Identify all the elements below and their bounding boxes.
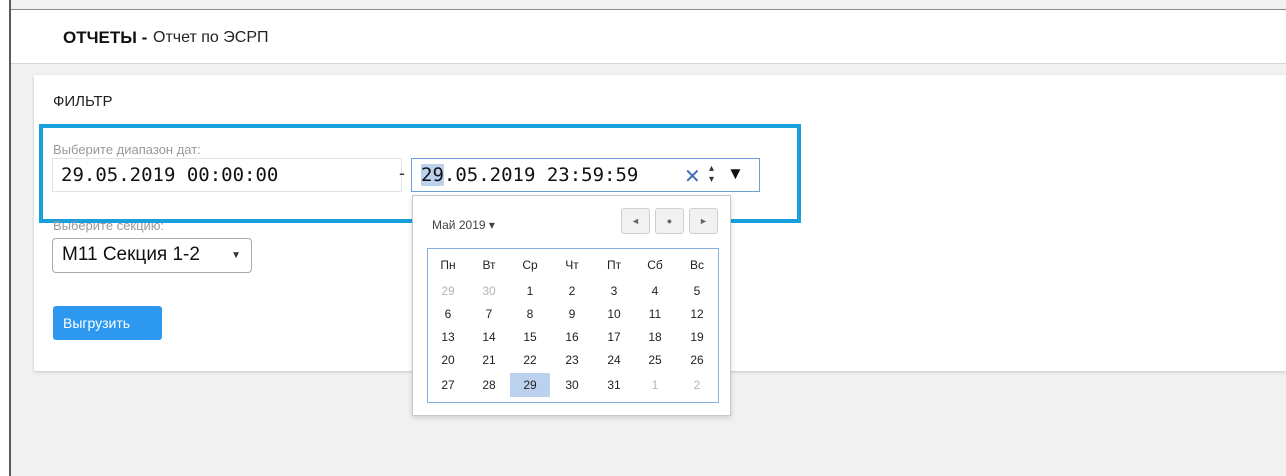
calendar-day[interactable]: 28 — [475, 376, 503, 394]
calendar-day[interactable]: 5 — [683, 282, 711, 300]
calendar-day[interactable]: 15 — [516, 328, 544, 346]
calendar-day[interactable]: 21 — [475, 351, 503, 369]
export-button[interactable]: Выгрузить — [53, 306, 162, 340]
calendar-day[interactable]: 3 — [600, 282, 628, 300]
calendar-day[interactable]: 19 — [683, 328, 711, 346]
calendar-today-icon[interactable]: ● — [655, 208, 684, 234]
calendar-day[interactable]: 30 — [475, 282, 503, 300]
calendar-day[interactable]: 24 — [600, 351, 628, 369]
calendar-day[interactable]: 2 — [683, 376, 711, 394]
calendar-weekday: Вт — [482, 258, 496, 272]
calendar-day[interactable]: 2 — [558, 282, 586, 300]
calendar-weekday: Вс — [689, 258, 704, 272]
calendar-day[interactable]: 25 — [641, 351, 669, 369]
calendar-day[interactable]: 17 — [600, 328, 628, 346]
calendar-day[interactable]: 1 — [516, 282, 544, 300]
calendar-day-selected[interactable]: 29 — [510, 373, 550, 397]
filter-heading: ФИЛЬТР — [53, 93, 113, 110]
calendar-day[interactable]: 22 — [516, 351, 544, 369]
calendar-day[interactable]: 7 — [475, 305, 503, 323]
calendar-day[interactable]: 31 — [600, 376, 628, 394]
calendar-day[interactable]: 4 — [641, 282, 669, 300]
calendar-day[interactable]: 16 — [558, 328, 586, 346]
calendar-day[interactable]: 20 — [434, 351, 462, 369]
calendar-prev-icon[interactable]: ◄ — [621, 208, 650, 234]
calendar-day[interactable]: 30 — [558, 376, 586, 394]
calendar-month-selector[interactable]: Май 2019 ▾ — [432, 218, 495, 232]
page-title: ОТЧЕТЫ - — [63, 28, 148, 47]
calendar-next-icon[interactable]: ► — [689, 208, 718, 234]
calendar-popup: Май 2019 ▾ ◄ ● ► Пн Вт Ср Чт Пт Сб Вс 29 30 1 2 3 4 5… — [412, 195, 731, 416]
calendar-weekday: Сб — [647, 258, 663, 272]
chevron-down-icon: ▼ — [231, 250, 241, 261]
calendar-day[interactable]: 8 — [516, 305, 544, 323]
calendar-grid: Пн Вт Ср Чт Пт Сб Вс 29 30 1 2 3 4 5 6 7 8 9 10 11 12 13 14 15 1… — [427, 248, 719, 403]
calendar-day[interactable]: 9 — [558, 305, 586, 323]
calendar-day[interactable]: 1 — [641, 376, 669, 394]
calendar-day[interactable]: 13 — [434, 328, 462, 346]
calendar-day[interactable]: 26 — [683, 351, 711, 369]
section-label: Выберите секцию: — [53, 218, 165, 233]
calendar-day[interactable]: 27 — [434, 376, 462, 394]
calendar-day[interactable]: 14 — [475, 328, 503, 346]
calendar-day[interactable]: 12 — [683, 305, 711, 323]
calendar-day[interactable]: 11 — [641, 305, 669, 323]
calendar-weekday: Чт — [565, 258, 579, 272]
section-select[interactable]: М11 Секция 1-2 ▼ — [52, 238, 252, 273]
section-select-value: М11 Секция 1-2 — [62, 244, 200, 265]
calendar-weekday: Ср — [522, 258, 538, 272]
calendar-weekday: Пн — [440, 258, 456, 272]
calendar-day[interactable]: 29 — [434, 282, 462, 300]
calendar-day[interactable]: 6 — [434, 305, 462, 323]
calendar-day[interactable]: 23 — [558, 351, 586, 369]
page-subtitle: Отчет по ЭСРП — [153, 29, 269, 46]
calendar-weekday: Пт — [606, 258, 622, 272]
window-left-edge — [0, 0, 11, 476]
calendar-day[interactable]: 10 — [600, 305, 628, 323]
calendar-day[interactable]: 18 — [641, 328, 669, 346]
page-header: ОТЧЕТЫ - Отчет по ЭСРП — [11, 10, 1286, 64]
